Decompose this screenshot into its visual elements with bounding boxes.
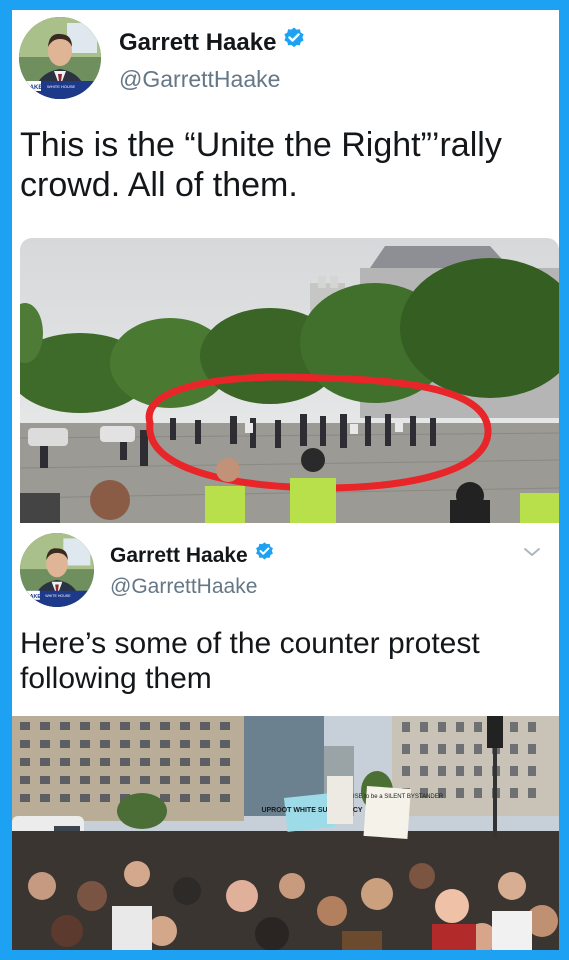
rally-crowd-photo: [20, 238, 559, 523]
verified-badge-icon: [282, 26, 306, 57]
tweet-text: This is the “Unite the Right”’rally crow…: [20, 126, 502, 205]
author-name-text[interactable]: Garrett Haake: [119, 29, 276, 56]
verified-badge-icon: [254, 541, 275, 568]
author-avatar[interactable]: HAAKE WHITE HOUSE: [20, 533, 94, 607]
tweet-photo[interactable]: [20, 238, 559, 523]
author-handle[interactable]: @GarrettHaake: [110, 575, 257, 599]
tweet-text: Here’s some of the counter protest follo…: [20, 627, 480, 696]
svg-text:HAAKE: HAAKE: [22, 594, 42, 600]
author-name-text[interactable]: Garrett Haake: [110, 544, 248, 567]
author-handle[interactable]: @GarrettHaake: [119, 66, 280, 93]
chevron-down-icon[interactable]: [523, 545, 541, 559]
tweet-card-1[interactable]: HAAKE WHITE HOUSE Garrett Haake @Garrett…: [12, 10, 559, 523]
svg-text:WHITE HOUSE: WHITE HOUSE: [45, 594, 71, 598]
author-avatar[interactable]: HAAKE WHITE HOUSE: [19, 17, 101, 99]
svg-text:WHITE HOUSE: WHITE HOUSE: [47, 84, 76, 89]
author-name[interactable]: Garrett Haake: [119, 26, 306, 59]
counter-protest-photo: UPROOT WHITE SUPREMACY I REFUSE to be a …: [12, 716, 559, 950]
svg-text:HAAKE: HAAKE: [21, 85, 42, 91]
tweet-card-2[interactable]: HAAKE WHITE HOUSE Garrett Haake @Garrett…: [12, 523, 559, 950]
author-name[interactable]: Garrett Haake: [110, 541, 275, 570]
tweet-photo[interactable]: UPROOT WHITE SUPREMACY I REFUSE to be a …: [12, 716, 559, 950]
